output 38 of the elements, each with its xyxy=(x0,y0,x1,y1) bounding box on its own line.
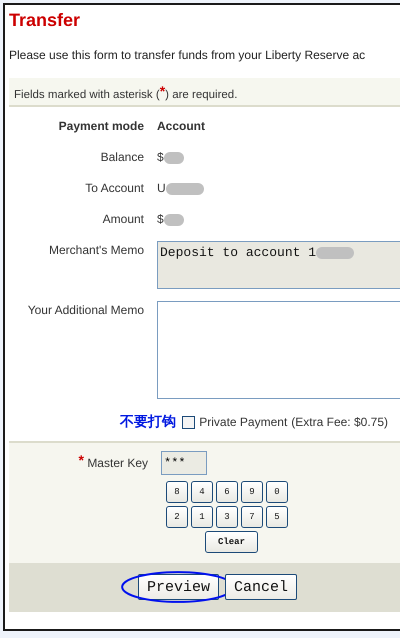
keypad-key[interactable]: 3 xyxy=(216,506,238,528)
field-label: To Account xyxy=(85,180,144,197)
intro-text: Please use this form to transfer funds from your Liberty Reserve ac xyxy=(9,47,366,63)
keypad-key[interactable]: 9 xyxy=(241,481,263,503)
memo-text: Deposit to account 1 xyxy=(160,244,316,262)
annotation-text: 不要打钩 xyxy=(120,413,176,431)
field-value: $ xyxy=(157,211,164,228)
field-label: Your Additional Memo xyxy=(28,302,144,319)
field-value: $ xyxy=(157,149,164,166)
field-label: Amount xyxy=(102,211,144,228)
memo-field[interactable]: Deposit to account 1 xyxy=(157,241,400,289)
field-value: Account xyxy=(157,118,205,135)
checkbox-label: Private Payment xyxy=(199,415,288,429)
field-label: Balance xyxy=(100,149,144,166)
keypad-key[interactable]: 0 xyxy=(266,481,288,503)
keypad-key[interactable]: 1 xyxy=(191,506,213,528)
keypad-key[interactable]: 6 xyxy=(216,481,238,503)
keypad-key[interactable]: 7 xyxy=(241,506,263,528)
field-value: U xyxy=(157,180,166,197)
keypad-key[interactable]: 8 xyxy=(166,481,188,503)
master-key-field[interactable]: *** xyxy=(161,451,207,475)
clear-button[interactable]: Clear xyxy=(205,531,258,553)
redaction-mark xyxy=(164,152,184,164)
keypad-key[interactable]: 5 xyxy=(266,506,288,528)
cancel-button[interactable]: Cancel xyxy=(225,574,298,600)
keypad-key[interactable]: 2 xyxy=(166,506,188,528)
preview-button[interactable]: Preview xyxy=(138,574,220,600)
field-label: Payment mode xyxy=(58,118,144,135)
checkbox[interactable] xyxy=(182,416,196,428)
keypad-key[interactable]: 4 xyxy=(191,481,213,503)
required-mark: * xyxy=(78,452,84,468)
fee-text: (Extra Fee: $0.75) xyxy=(291,415,388,429)
page-title: Transfer xyxy=(9,9,82,31)
redaction-mark xyxy=(164,214,184,226)
memo-field[interactable] xyxy=(157,301,400,399)
field-label: Merchant's Memo xyxy=(49,242,144,259)
redaction-mark xyxy=(166,182,204,194)
field-label: Master Key xyxy=(87,456,148,470)
